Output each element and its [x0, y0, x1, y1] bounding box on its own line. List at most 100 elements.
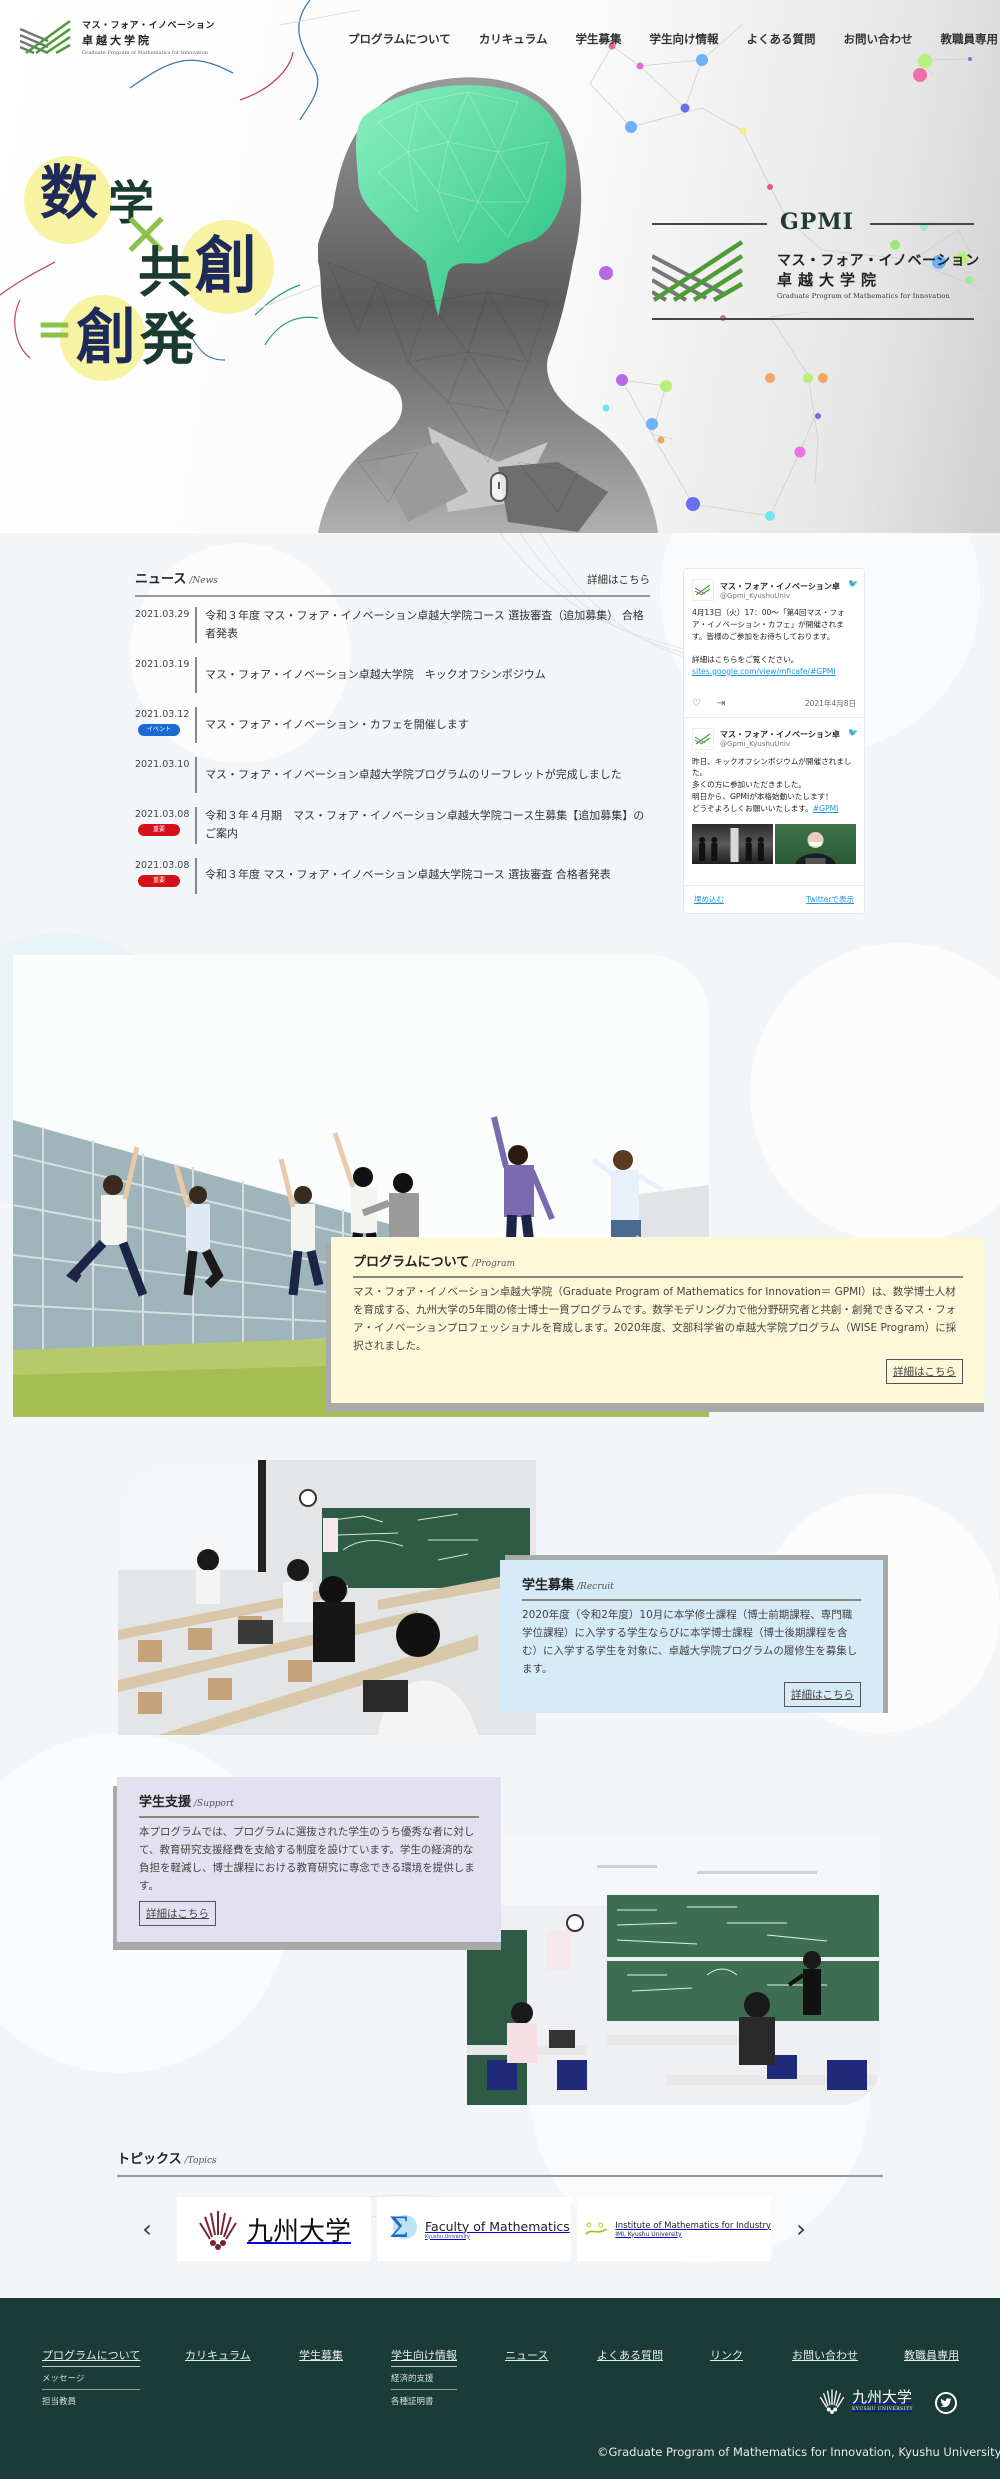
heart-icon[interactable]: ♡ [692, 698, 701, 709]
carousel-prev-button[interactable]: ‹ [117, 2215, 177, 2243]
recruit-text: 2020年度（令和2年度）10月に本学修士課程（博士前期課程、専門職学位課程）に… [522, 1609, 858, 1675]
tweet-photo[interactable] [692, 824, 773, 865]
news-more-link[interactable]: 詳細はこちら [587, 572, 650, 587]
kyushu-university-emblem-icon [199, 2211, 237, 2250]
news-date: 2021.03.08 [135, 809, 190, 821]
hero-section: マス・フォア・イノベーション 卓越大学院 Graduate Program of… [0, 0, 1000, 533]
support-text: 本プログラムでは、プログラムに選抜された学生のうち優秀な者に対して、教育研究支援… [139, 1826, 475, 1892]
news-link[interactable]: マス・フォア・イノベーション・カフェを開催します [205, 716, 469, 734]
program-detail-button[interactable]: 詳細はこちら [886, 1359, 963, 1385]
news-header: ニュース/News 詳細はこちら [135, 568, 650, 597]
banner-faculty-of-mathematics[interactable]: Σ Faculty of Mathematics Kyushu Universi… [377, 2197, 571, 2261]
topics-header: トピックス/Topics [117, 2148, 883, 2177]
footer-sublink-message[interactable]: メッセージ [42, 2367, 141, 2390]
footer-sublink-faculty[interactable]: 担当教員 [42, 2390, 140, 2412]
news-item[interactable]: 2021.03.08 重要 令和３年度 マス・フォア・イノベーション卓越大学院コー… [135, 857, 650, 894]
footer-link-program[interactable]: プログラムについて [42, 2347, 141, 2367]
footer-sublink-certificates[interactable]: 各種証明書 [391, 2390, 457, 2412]
gpmi-logo-icon [20, 19, 71, 55]
tweet-link[interactable]: sites.google.com/view/mficafe/#GPMI [692, 667, 836, 676]
site-logo[interactable]: マス・フォア・イノベーション 卓越大学院 Graduate Program of… [20, 18, 215, 56]
tweet-handle[interactable]: @Gpmi_KyushuUniv [720, 592, 840, 600]
recruit-detail-button[interactable]: 詳細はこちら [784, 1682, 861, 1708]
news-date: 2021.03.19 [135, 659, 190, 671]
banner-label: Faculty of Mathematics [425, 2218, 570, 2234]
footer-link-staff-only[interactable]: 教職員専用 [904, 2347, 959, 2366]
tweet[interactable]: マス・フォア・イノベーション卓越 @Gpmi_KyushuUniv 🐦 4月13… [684, 569, 864, 718]
twitter-icon[interactable] [935, 2392, 957, 2414]
news-list: 2021.03.29ニュース 令和３年度 マス・フォア・イノベーション卓越大学院… [135, 607, 650, 1152]
program-subtitle: /Program [472, 1259, 516, 1269]
support-detail-button[interactable]: 詳細はこちら [139, 1901, 216, 1927]
footer-link-student-info[interactable]: 学生向け情報 [391, 2347, 457, 2367]
news-link[interactable]: 令和３年度 マス・フォア・イノベーション卓越大学院コース 選抜審査（追加募集） … [205, 607, 650, 643]
footer-link-curriculum[interactable]: カリキュラム [185, 2347, 251, 2366]
svg-text:Σ: Σ [389, 2211, 409, 2244]
share-icon[interactable]: ⇥ [717, 698, 725, 709]
tweet-handle[interactable]: @Gpmi_KyushuUniv [720, 740, 840, 748]
footer-kyushu-university-logo[interactable]: 九州大学 KYUSHU UNIVERSITY [818, 2388, 913, 2414]
news-link[interactable]: 令和３年度 マス・フォア・イノベーション卓越大学院コース 選抜審査 合格者発表 [205, 866, 611, 884]
footer-university-en: KYUSHU UNIVERSITY [852, 2407, 913, 2412]
nav-contact[interactable]: お問い合わせ [843, 31, 912, 47]
news-date: 2021.03.29 [135, 609, 190, 620]
category-badge: 重要 [138, 874, 180, 887]
tweet-photo[interactable] [775, 824, 856, 865]
banner-sublabel: IMI, Kyushu University [615, 2230, 682, 2238]
support-title: 学生支援 [139, 1795, 192, 1810]
tweet-date[interactable]: 2021年4月8日 [805, 698, 856, 709]
recruit-subtitle: /Recruit [577, 1582, 614, 1592]
program-text: マス・フォア・イノベーション卓越大学院（Graduate Program of … [353, 1286, 957, 1352]
gpmi-jp-line1: マス・フォア・イノベーション [777, 253, 980, 269]
banner-kyushu-university[interactable]: 九州大学 [177, 2197, 371, 2261]
news-link[interactable]: マス・フォア・イノベーション卓越大学院プログラムのリーフレットが完成しました [205, 766, 622, 784]
nav-program[interactable]: プログラムについて [348, 31, 451, 47]
tweet[interactable]: マス・フォア・イノベーション卓越 @Gpmi_KyushuUniv 🐦 昨日、キ… [684, 718, 864, 873]
tweet-author: マス・フォア・イノベーション卓越 [720, 730, 840, 740]
news-item[interactable]: 2021.03.12 イベント マス・フォア・イノベーション・カフェを開催します [135, 707, 650, 744]
twitter-timeline[interactable]: マス・フォア・イノベーション卓越 @Gpmi_KyushuUniv 🐦 4月13… [683, 568, 865, 914]
banner-label: Institute of Mathematics for Industry [615, 2220, 771, 2231]
carousel-next-button[interactable]: › [771, 2215, 831, 2243]
kyushu-university-emblem-icon [819, 2389, 845, 2414]
catch-char: 創 [76, 303, 136, 373]
news-date: 2021.03.10 [135, 759, 190, 771]
nav-faq[interactable]: よくある質問 [746, 31, 815, 47]
topics-title: トピックス [117, 2152, 182, 2167]
gpmi-title: GPMI [780, 209, 854, 235]
news-item[interactable]: 2021.03.19ニュース マス・フォア・イノベーション卓越大学院 キックオフ… [135, 657, 650, 1152]
news-link[interactable]: マス・フォア・イノベーション卓越大学院 キックオフシンポジウム [205, 666, 546, 684]
nav-student-info[interactable]: 学生向け情報 [649, 31, 718, 47]
news-section: ニュース/News 詳細はこちら 2021.03.29ニュース 令和３年度 マス… [135, 568, 650, 1152]
polygon-head-illustration [318, 77, 658, 533]
avatar [692, 727, 714, 750]
gpmi-en-line: Graduate Program of Mathematics for Inno… [777, 292, 950, 300]
news-link[interactable]: 令和３年４月期 マス・フォア・イノベーション卓越大学院コース生募集【追加募集】の… [205, 807, 650, 843]
sigma-logo-icon: Σ [389, 2211, 417, 2244]
recruit-card: 学生募集/Recruit 2020年度（令和2年度）10月に本学修士課程（博士前… [500, 1560, 883, 1713]
view-on-twitter-link[interactable]: Twitterで表示 [806, 894, 854, 905]
embed-link[interactable]: 埋め込む [694, 894, 724, 905]
news-item[interactable]: 2021.03.29ニュース 令和３年度 マス・フォア・イノベーション卓越大学院… [135, 607, 650, 1152]
footer-link-contact[interactable]: お問い合わせ [792, 2347, 858, 2366]
mouse-scroll-icon[interactable] [490, 472, 508, 502]
news-item[interactable]: 2021.03.08 重要 令和３年４月期 マス・フォア・イノベーション卓越大学院… [135, 807, 650, 844]
footer-link-links[interactable]: リンク [710, 2347, 743, 2366]
topics-carousel: ‹ 九州大学 Σ Faculty of Mathematics Kyushu U… [117, 2197, 883, 2261]
news-item[interactable]: 2021.03.10ニュース マス・フォア・イノベーション卓越大学院プログラムの… [135, 757, 650, 1152]
nav-curriculum[interactable]: カリキュラム [479, 31, 548, 47]
news-date: 2021.03.08 [135, 859, 190, 871]
footer-link-recruit[interactable]: 学生募集 [299, 2347, 343, 2366]
hero-catchcopy: 数 学 × 共 創 = 創 発 [20, 140, 310, 390]
tweet-hashtag[interactable]: #GPMI [813, 804, 839, 813]
program-title: プログラムについて [353, 1255, 470, 1270]
nav-staff-only[interactable]: 教職員専用 [940, 31, 998, 47]
footer-link-news[interactable]: ニュース [505, 2347, 548, 2366]
footer-link-faq[interactable]: よくある質問 [597, 2347, 663, 2366]
nav-recruit[interactable]: 学生募集 [575, 31, 621, 47]
imi-logo-icon [585, 2222, 608, 2235]
banner-imi[interactable]: Institute of Mathematics for Industry IM… [577, 2197, 771, 2261]
footer-sublink-financial-support[interactable]: 経済的支援 [391, 2367, 457, 2390]
avatar [692, 579, 714, 601]
gpmi-logo-icon [652, 240, 744, 302]
